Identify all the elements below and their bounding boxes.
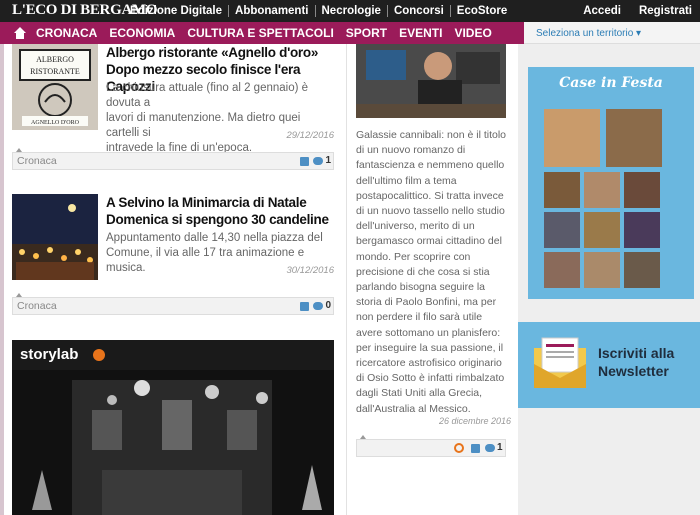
login-link[interactable]: Accedi: [583, 5, 621, 17]
feature-text-line: fantascienza e nemmeno quello: [356, 159, 505, 172]
feature-date: 26 dicembre 2016: [438, 416, 511, 426]
article-title-line: A Selvino la Minimarcia di Natale: [106, 195, 307, 210]
link-edizione-digitale[interactable]: Edizione Digitale: [124, 5, 228, 17]
account-links: Accedi Registrati: [565, 0, 692, 22]
category-label[interactable]: Cronaca: [17, 155, 57, 167]
thumbs-up-icon[interactable]: [300, 157, 309, 166]
top-bar: L'ECO DI BERGAMO Edizione Digitale Abbon…: [0, 0, 700, 22]
comment-count: 0: [325, 300, 331, 311]
feature-text-line: parlando bisogna seguire la: [356, 281, 486, 294]
feature-text-line: di un nuovo tassello nello studio: [356, 205, 505, 218]
nav-cultura-spettacoli[interactable]: CULTURA E SPETTACOLI: [181, 26, 339, 40]
article-title[interactable]: A Selvino la Minimarcia di Natale Domeni…: [106, 194, 329, 228]
comment-count: 1: [497, 442, 503, 453]
gallery-tile[interactable]: [606, 109, 662, 167]
gallery-tile[interactable]: [624, 172, 660, 208]
article-selvino-minimarcia: A Selvino la Minimarcia di Natale Domeni…: [12, 194, 334, 320]
article-date: 30/12/2016: [286, 265, 334, 276]
article-summary-line: La chiusura attuale (fino al 2 gennaio) …: [106, 82, 309, 109]
feature-text-line: postapocalittico. Si tratta invece: [356, 189, 504, 202]
feature-footer-bar: 1: [356, 439, 506, 457]
home-icon[interactable]: [8, 22, 30, 44]
thumbs-up-icon[interactable]: [300, 302, 309, 311]
feature-text-line: dell'ultimo film a tema: [356, 174, 457, 187]
svg-text:ALBERGO: ALBERGO: [36, 55, 74, 64]
nav-video[interactable]: VIDEO: [448, 26, 497, 40]
feature-text-line: di un nuovo romanzo di: [356, 144, 466, 157]
storylab-dot-icon: [93, 349, 105, 361]
article-summary: La chiusura attuale (fino al 2 gennaio) …: [106, 81, 334, 156]
feature-text-line: bergamasco ormai cittadino del: [356, 235, 502, 248]
gallery-tile[interactable]: [584, 212, 620, 248]
article-thumbnail[interactable]: ALBERGO RISTORANTE AGNELLO D'ORO: [12, 44, 98, 130]
link-necrologie[interactable]: Necrologie: [316, 5, 387, 17]
article-summary-line: Appuntamento dalle 14,30 nella piazza de…: [106, 232, 323, 244]
storylab-logo: storylab: [20, 346, 79, 363]
comment-icon[interactable]: [313, 157, 323, 165]
gallery-tile[interactable]: [544, 172, 580, 208]
feature-image[interactable]: [356, 44, 506, 118]
case-in-festa-banner[interactable]: Case in Festa: [528, 67, 694, 299]
nav-cronaca[interactable]: CRONACA: [30, 26, 103, 40]
svg-text:AGNELLO D'ORO: AGNELLO D'ORO: [31, 120, 80, 126]
newsletter-line: Iscriviti alla: [598, 345, 675, 361]
article-title-line: Albergo ristorante «Agnello d'oro»: [106, 45, 319, 60]
top-links: Edizione Digitale Abbonamenti Necrologie…: [124, 0, 513, 22]
gallery-tile[interactable]: [624, 252, 660, 288]
hotel-sign-image: ALBERGO RISTORANTE AGNELLO D'ORO: [12, 44, 98, 130]
comment-icon[interactable]: [485, 444, 495, 452]
feature-text-line: precisione di che cosa si stia: [356, 265, 490, 278]
night-parade-image: [12, 194, 98, 280]
envelope-icon: [534, 337, 586, 388]
category-label[interactable]: Cronaca: [17, 300, 57, 312]
comment-icon[interactable]: [313, 302, 323, 310]
newsletter-line: Newsletter: [598, 363, 669, 379]
feature-text-line: non perdere il filo sarà utile: [356, 311, 483, 324]
link-abbonamenti[interactable]: Abbonamenti: [229, 5, 314, 17]
article-footer-bar: Cronaca 0: [12, 297, 334, 315]
storylab-banner[interactable]: storylab: [12, 340, 334, 515]
feature-text-line: storia di Paolo Bonfini, ma per: [356, 296, 497, 309]
feature-text-line: ricercatore astrofisico originario: [356, 357, 502, 370]
feature-text-line: Galassie cannibali: non è il titolo: [356, 129, 507, 141]
gallery-tile[interactable]: [624, 212, 660, 248]
nav-economia[interactable]: ECONOMIA: [103, 26, 181, 40]
register-link[interactable]: Registrati: [639, 5, 692, 17]
feature-text-line: dagli Stati Uniti alla Grecia,: [356, 387, 483, 400]
clock-icon[interactable]: [454, 443, 464, 453]
link-ecostore[interactable]: EcoStore: [451, 5, 514, 17]
main-nav: CRONACA ECONOMIA CULTURA E SPETTACOLI SP…: [0, 22, 524, 44]
feature-text-line: mondo. Per scoprire con: [356, 250, 471, 263]
feature-text-line: dell'universo, merito di un: [356, 220, 475, 233]
gallery-tile[interactable]: [544, 252, 580, 288]
feature-text: Galassie cannibali: non è il titolo di un…: [356, 128, 516, 417]
gallery-tile[interactable]: [584, 172, 620, 208]
researcher-photo: [356, 44, 506, 118]
feature-text-line: dall'Australia al Messico.: [356, 402, 471, 415]
territory-selector[interactable]: Seleziona un territorio ▾: [524, 22, 700, 44]
comment-count: 1: [325, 155, 331, 166]
newsletter-banner[interactable]: Iscriviti alla Newsletter: [518, 322, 700, 408]
article-thumbnail[interactable]: [12, 194, 98, 280]
nav-eventi[interactable]: EVENTI: [393, 26, 448, 40]
gallery-tile[interactable]: [544, 109, 600, 167]
gallery-tile[interactable]: [584, 252, 620, 288]
article-title-line: Domenica si spengono 30 candeline: [106, 212, 329, 227]
article-footer-bar: Cronaca 1: [12, 152, 334, 170]
article-agnello-doro: ALBERGO RISTORANTE AGNELLO D'ORO Albergo…: [12, 44, 334, 174]
article-date: 29/12/2016: [286, 130, 334, 141]
newsletter-text: Iscriviti alla Newsletter: [598, 344, 674, 380]
link-concorsi[interactable]: Concorsi: [388, 5, 450, 17]
left-accent-strip: [0, 44, 4, 515]
feature-text-line: per inseguire la sua passione, il: [356, 341, 504, 354]
nav-sport[interactable]: SPORT: [340, 26, 393, 40]
feature-text-line: di Osio Sotto è infatti rimbalzato: [356, 372, 505, 385]
christmas-lights-image: [12, 370, 334, 515]
thumbs-up-icon[interactable]: [471, 444, 480, 453]
svg-text:RISTORANTE: RISTORANTE: [30, 67, 80, 76]
case-in-festa-title: Case in Festa: [559, 75, 663, 91]
gallery-tile[interactable]: [544, 212, 580, 248]
feature-text-line: avere sottomano un planisfero:: [356, 326, 501, 339]
